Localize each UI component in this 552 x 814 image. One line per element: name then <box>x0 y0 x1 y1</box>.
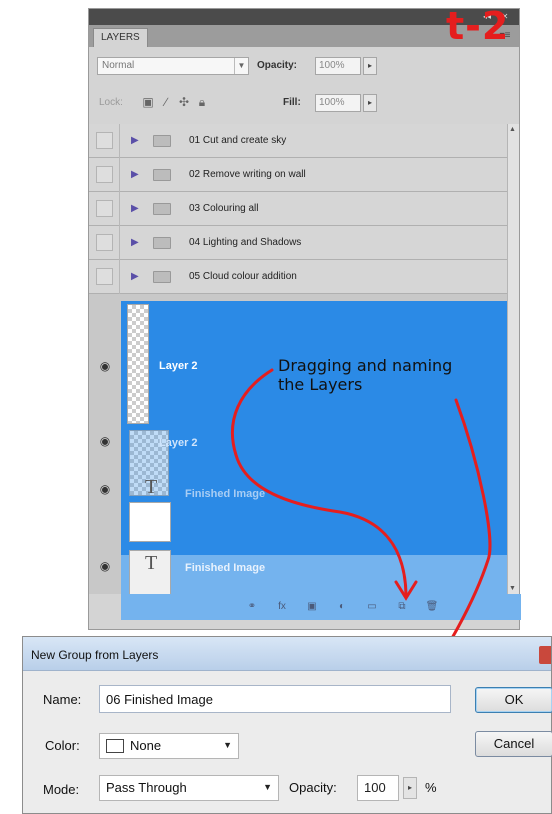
dialog-title: New Group from Layers <box>31 648 159 662</box>
cancel-button[interactable]: Cancel <box>475 731 552 757</box>
mode-select[interactable]: Pass Through ▼ <box>99 775 279 801</box>
opacity-label: Opacity: <box>289 780 337 795</box>
chevron-down-icon: ▼ <box>263 782 272 792</box>
opacity-flyout-icon[interactable]: ▸ <box>403 777 417 799</box>
color-label: Color: <box>45 738 80 753</box>
color-value: None <box>130 738 162 753</box>
opacity-unit: % <box>425 780 437 795</box>
chevron-down-icon: ▼ <box>223 740 232 750</box>
close-icon[interactable] <box>539 646 551 664</box>
name-input[interactable] <box>99 685 451 713</box>
name-label: Name: <box>43 692 82 707</box>
dialog-titlebar: New Group from Layers <box>23 637 551 671</box>
mode-label: Mode: <box>43 782 80 797</box>
new-group-dialog: New Group from Layers Name: OK Cancel Co… <box>22 636 552 814</box>
color-swatch <box>106 739 124 753</box>
drag-arrow <box>231 368 408 596</box>
opacity-input[interactable]: 100 <box>357 775 399 801</box>
color-select[interactable]: None ▼ <box>99 733 239 759</box>
ok-button[interactable]: OK <box>475 687 552 713</box>
mode-value: Pass Through <box>106 780 187 795</box>
screenshot: ◂◂ ✕ LAYERS ▾≡ Normal ▼ Opacity: 100% ▸ … <box>0 0 552 814</box>
